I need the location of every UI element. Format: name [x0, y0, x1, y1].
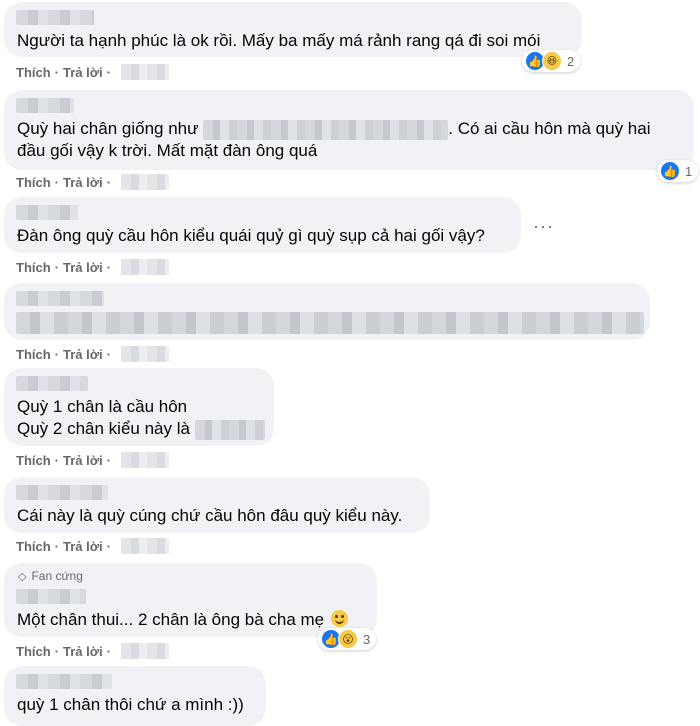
author-name-blurred[interactable] — [16, 485, 108, 500]
separator: · — [54, 346, 60, 362]
haha-icon: 😆 — [542, 51, 562, 71]
author-name-blurred[interactable] — [16, 98, 74, 113]
comment-2: Quỳ hai chân giống như . Có ai cầu hôn m… — [0, 88, 700, 193]
like-button[interactable]: Thích — [16, 453, 51, 468]
reply-button[interactable]: Trả lời — [63, 347, 103, 362]
separator: · — [54, 643, 60, 659]
comment-bubble: Đàn ông quỳ cầu hôn kiểu quái quỷ gì quỳ… — [4, 197, 521, 253]
like-button[interactable]: Thích — [16, 260, 51, 275]
comment-actions: Thích · Trả lời · — [16, 64, 169, 80]
comment-3: Đàn ông quỳ cầu hôn kiểu quái quỷ gì quỳ… — [0, 195, 700, 280]
more-options-button[interactable]: ··· — [533, 217, 554, 235]
comment-text-line-2: Quỳ 2 chân kiểu này là — [17, 418, 265, 440]
reply-button[interactable]: Trả lời — [63, 453, 103, 468]
timestamp-blurred — [120, 64, 169, 80]
comment-text-part: Quỳ hai chân giống như — [17, 119, 199, 138]
separator: · — [106, 346, 111, 362]
timestamp-blurred — [120, 452, 169, 468]
separator: · — [54, 259, 60, 275]
comment-text-line-1: Quỳ 1 chân là cầu hôn — [17, 397, 188, 416]
comment-bubble: Người ta hạnh phúc là ok rồi. Mấy ba mấy… — [4, 2, 582, 57]
timestamp-blurred — [120, 346, 169, 362]
timestamp-blurred — [120, 643, 169, 659]
comment-actions: Thích · Trả lời · — [16, 452, 169, 468]
like-icon: 👍 — [660, 161, 680, 181]
comment-bubble: quỳ 1 chân thôi chứ a mình :)) — [4, 666, 266, 726]
author-name-blurred[interactable] — [16, 10, 94, 25]
like-button[interactable]: Thích — [16, 175, 51, 190]
reaction-summary[interactable]: 👍 😮 3 — [318, 628, 377, 650]
separator: · — [54, 452, 60, 468]
comment-text-part: Một chân thui... 2 chân là ông bà cha mẹ — [17, 610, 325, 629]
author-name-blurred[interactable] — [16, 205, 78, 220]
separator: · — [106, 174, 111, 190]
like-button[interactable]: Thích — [16, 539, 51, 554]
blurred-comment-text — [16, 312, 644, 334]
author-name-blurred[interactable] — [16, 674, 112, 689]
comment-1: Người ta hạnh phúc là ok rồi. Mấy ba mấy… — [0, 0, 700, 80]
comment-text: Đàn ông quỳ cầu hôn kiểu quái quỷ gì quỳ… — [17, 226, 485, 245]
reaction-summary[interactable]: 👍 1 — [657, 160, 699, 182]
wow-icon: 😮 — [338, 629, 358, 649]
reply-button[interactable]: Trả lời — [63, 65, 103, 80]
comment-bubble: Quỳ 1 chân là cầu hôn Quỳ 2 chân kiểu nà… — [4, 368, 274, 446]
separator: · — [106, 64, 111, 80]
badge-label: Fan cứng — [31, 569, 83, 583]
separator: · — [106, 538, 111, 554]
timestamp-blurred — [120, 259, 169, 275]
separator: · — [54, 538, 60, 554]
comment-text-part: . Có ai cầu hôn mà quỳ hai — [448, 119, 651, 138]
comment-bubble: ◇ Fan cứng Một chân thui... 2 chân là ôn… — [4, 563, 377, 637]
reaction-count: 3 — [363, 631, 371, 647]
separator: · — [54, 64, 60, 80]
comment-actions: Thích · Trả lời · — [16, 174, 169, 190]
separator: · — [106, 259, 111, 275]
reply-button[interactable]: Trả lời — [63, 175, 103, 190]
comment-text-part: Quỳ 2 chân kiểu này là — [17, 419, 190, 438]
like-button[interactable]: Thích — [16, 644, 51, 659]
author-name-blurred[interactable] — [16, 291, 104, 306]
separator: · — [54, 174, 60, 190]
separator: · — [106, 452, 111, 468]
comment-text-line-1: Quỳ hai chân giống như . Có ai cầu hôn m… — [17, 118, 650, 140]
comment-text: Người ta hạnh phúc là ok rồi. Mấy ba mấy… — [17, 31, 541, 50]
comment-text: quỳ 1 chân thôi chứ a mình :)) — [17, 695, 244, 714]
comment-8: quỳ 1 chân thôi chứ a mình :)) — [0, 664, 700, 726]
like-button[interactable]: Thích — [16, 347, 51, 362]
author-name-blurred[interactable] — [16, 376, 88, 391]
reaction-summary[interactable]: 👍 😆 2 — [522, 50, 581, 72]
comment-bubble: Quỳ hai chân giống như . Có ai cầu hôn m… — [4, 90, 694, 170]
comment-4: Thích · Trả lời · — [0, 281, 700, 366]
comment-text: Một chân thui... 2 chân là ông bà cha mẹ — [17, 609, 348, 631]
comment-text-line-2: đầu gối vậy k trời. Mất mặt đàn ông quá — [17, 141, 318, 160]
comment-bubble — [4, 283, 650, 340]
comment-text: Cái này là quỳ cúng chứ cầu hôn đâu quỳ … — [17, 506, 403, 525]
like-button[interactable]: Thích — [16, 65, 51, 80]
reaction-count: 2 — [567, 53, 575, 69]
comment-5: Quỳ 1 chân là cầu hôn Quỳ 2 chân kiểu nà… — [0, 366, 700, 474]
diamond-icon: ◇ — [18, 570, 27, 583]
reply-button[interactable]: Trả lời — [63, 644, 103, 659]
author-name-blurred[interactable] — [16, 589, 86, 604]
reaction-count: 1 — [685, 163, 693, 179]
comment-actions: Thích · Trả lời · — [16, 346, 169, 362]
comment-actions: Thích · Trả lời · — [16, 538, 169, 554]
blurred-text — [194, 419, 265, 440]
comment-bubble: Cái này là quỳ cúng chứ cầu hôn đâu quỳ … — [4, 477, 430, 533]
blurred-text — [203, 119, 449, 140]
timestamp-blurred — [120, 174, 169, 190]
smile-emoji-icon — [330, 610, 348, 627]
reply-button[interactable]: Trả lời — [63, 539, 103, 554]
reply-button[interactable]: Trả lời — [63, 260, 103, 275]
timestamp-blurred — [120, 538, 169, 554]
separator: · — [106, 643, 111, 659]
comment-actions: Thích · Trả lời · — [16, 259, 169, 275]
top-fan-badge: ◇ Fan cứng — [18, 569, 83, 583]
comment-actions: Thích · Trả lời · — [16, 643, 169, 659]
comment-6: Cái này là quỳ cúng chứ cầu hôn đâu quỳ … — [0, 475, 700, 560]
comment-7: ◇ Fan cứng Một chân thui... 2 chân là ôn… — [0, 561, 700, 663]
